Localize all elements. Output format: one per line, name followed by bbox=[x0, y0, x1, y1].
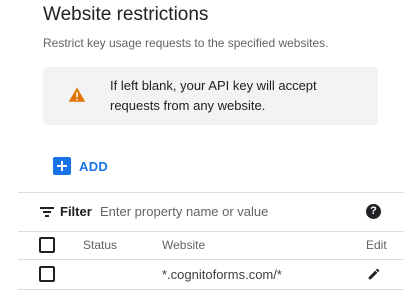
table-header: Status Website Edit bbox=[18, 231, 404, 260]
table-row: *.cognitoforms.com/* bbox=[18, 260, 404, 290]
help-icon[interactable]: ? bbox=[366, 204, 381, 219]
column-website: Website bbox=[162, 238, 206, 252]
column-status: Status bbox=[83, 238, 118, 252]
row-checkbox[interactable] bbox=[39, 266, 55, 282]
column-edit: Edit bbox=[366, 238, 387, 252]
filter-bar: Filter ? bbox=[18, 192, 404, 232]
website-cell: *.cognitoforms.com/* bbox=[162, 267, 282, 282]
section-subtitle: Restrict key usage requests to the speci… bbox=[43, 36, 329, 50]
add-box-icon bbox=[53, 157, 71, 175]
filter-input[interactable] bbox=[100, 201, 340, 221]
warning-icon bbox=[68, 87, 86, 102]
pencil-icon[interactable] bbox=[367, 267, 381, 281]
section-title: Website restrictions bbox=[43, 4, 209, 25]
filter-icon[interactable] bbox=[40, 207, 54, 217]
filter-label: Filter bbox=[60, 204, 92, 219]
warning-text: If left blank, your API key will accept … bbox=[110, 78, 317, 113]
add-button-label: ADD bbox=[79, 158, 109, 174]
add-button[interactable]: ADD bbox=[53, 155, 108, 177]
warning-banner: If left blank, your API key will accept … bbox=[43, 67, 378, 125]
select-all-checkbox[interactable] bbox=[39, 237, 55, 253]
